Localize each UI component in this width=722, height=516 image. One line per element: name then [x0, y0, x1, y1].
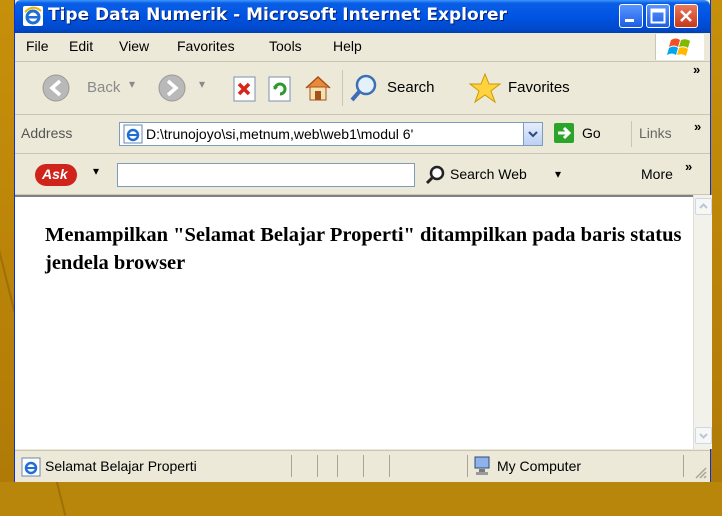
- security-zone: My Computer: [497, 458, 582, 474]
- toolbar-overflow-icon[interactable]: »: [693, 62, 700, 77]
- go-label: Go: [582, 125, 601, 141]
- ask-logo[interactable]: Ask: [35, 164, 77, 186]
- refresh-icon: [268, 76, 291, 102]
- minimize-button[interactable]: [619, 4, 643, 28]
- search-web-label: Search Web: [450, 166, 527, 182]
- windows-flag-icon: [667, 38, 690, 56]
- ask-logo-text: Ask: [42, 166, 68, 182]
- go-button[interactable]: Go: [553, 122, 613, 146]
- menu-tools[interactable]: Tools: [269, 38, 302, 54]
- window-title: Tipe Data Numerik - Microsoft Internet E…: [48, 5, 507, 25]
- close-icon: [680, 10, 692, 22]
- status-separator: [337, 455, 338, 477]
- search-web-dropdown-icon: ▾: [555, 167, 562, 181]
- home-icon: [305, 75, 331, 101]
- scroll-up-button[interactable]: [695, 198, 712, 215]
- back-button[interactable]: Back ▾: [41, 73, 141, 105]
- page-ie-icon: [123, 124, 143, 144]
- forward-button[interactable]: ▾: [157, 73, 217, 105]
- status-separator: [291, 455, 292, 477]
- menu-help[interactable]: Help: [333, 38, 362, 54]
- favorites-label: Favorites: [508, 79, 570, 96]
- standard-toolbar: Back ▾ ▾ Search Favorites »: [15, 62, 710, 115]
- back-arrow-icon: [42, 74, 70, 102]
- status-separator: [389, 455, 390, 477]
- vertical-scrollbar[interactable]: [693, 195, 712, 449]
- back-dropdown-icon: ▾: [129, 77, 136, 91]
- status-separator: [467, 455, 468, 477]
- search-button[interactable]: Search: [349, 73, 459, 105]
- address-url: D:\trunojoyo\si,metnum,web\web1\modul 6': [146, 126, 414, 142]
- menu-bar: File Edit View Favorites Tools Help: [15, 33, 710, 62]
- go-arrow-icon: [554, 123, 574, 143]
- menu-file[interactable]: File: [26, 38, 49, 54]
- stop-button[interactable]: [230, 74, 260, 104]
- minimize-icon: [625, 19, 634, 22]
- status-message: Selamat Belajar Properti: [45, 458, 197, 474]
- close-button[interactable]: [674, 4, 698, 28]
- address-dropdown-button[interactable]: [523, 122, 543, 146]
- chevron-up-icon: [699, 203, 708, 209]
- search-web-button[interactable]: Search Web ▾: [425, 163, 565, 187]
- page-heading: Menampilkan "Selamat Belajar Properti" d…: [45, 224, 682, 274]
- ask-dropdown-icon[interactable]: ▾: [93, 164, 99, 178]
- status-ie-icon: [21, 457, 41, 477]
- more-chevron-icon[interactable]: »: [685, 159, 692, 174]
- menu-edit[interactable]: Edit: [69, 38, 93, 54]
- stop-icon: [233, 76, 256, 102]
- favorites-button[interactable]: Favorites: [468, 72, 598, 104]
- status-separator: [683, 455, 684, 477]
- page-content: Menampilkan "Selamat Belajar Properti" d…: [15, 195, 693, 449]
- search-label: Search: [387, 79, 435, 96]
- ask-search-input[interactable]: [117, 163, 415, 187]
- maximize-icon: [650, 8, 666, 24]
- browser-window: Tipe Data Numerik - Microsoft Internet E…: [14, 0, 712, 482]
- chevron-down-icon: [699, 433, 708, 439]
- home-button[interactable]: [301, 72, 335, 104]
- menu-favorites[interactable]: Favorites: [177, 38, 235, 54]
- ask-toolbar: Ask ▾ Search Web ▾ More »: [15, 154, 710, 195]
- toolbar-separator: [342, 70, 343, 106]
- search-icon: [350, 74, 377, 102]
- resize-grip-icon[interactable]: [693, 465, 707, 479]
- address-label: Address: [21, 125, 73, 141]
- status-separator: [363, 455, 364, 477]
- links-overflow-icon[interactable]: »: [694, 119, 701, 134]
- address-bar: Address D:\trunojoyo\si,metnum,web\web1\…: [15, 115, 710, 154]
- ie-icon: [23, 6, 43, 26]
- windows-logo-throbber: [655, 34, 704, 60]
- forward-dropdown-icon: ▾: [199, 77, 206, 91]
- address-separator: [631, 121, 632, 147]
- more-button[interactable]: More: [641, 166, 673, 182]
- address-input[interactable]: D:\trunojoyo\si,metnum,web\web1\modul 6': [119, 122, 525, 146]
- chevron-down-icon: [528, 131, 538, 138]
- menu-view[interactable]: View: [119, 38, 149, 54]
- scroll-down-button[interactable]: [695, 427, 712, 444]
- favorites-star-icon: [468, 72, 502, 104]
- status-bar: Selamat Belajar Properti My Computer: [15, 450, 710, 482]
- links-label[interactable]: Links: [639, 125, 672, 141]
- status-separator: [317, 455, 318, 477]
- magnifier-icon: [425, 165, 445, 185]
- back-label: Back: [87, 79, 121, 96]
- my-computer-icon: [474, 456, 490, 475]
- maximize-button[interactable]: [646, 4, 670, 28]
- title-bar[interactable]: Tipe Data Numerik - Microsoft Internet E…: [15, 0, 710, 33]
- refresh-button[interactable]: [265, 74, 295, 104]
- forward-arrow-icon: [158, 74, 186, 102]
